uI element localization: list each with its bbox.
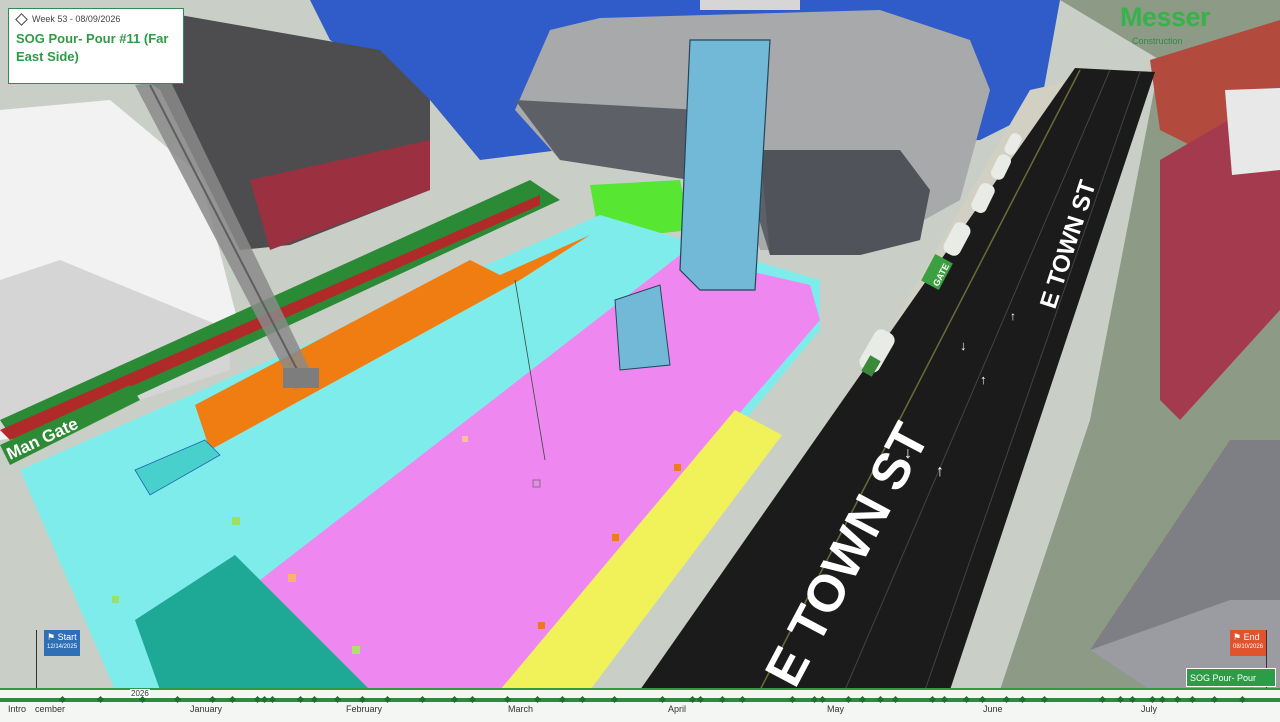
milestone-diamond-icon xyxy=(15,12,28,26)
start-date: 12/14/2025 xyxy=(47,644,78,650)
embed-marker xyxy=(112,596,119,603)
embed-marker xyxy=(232,517,240,525)
stair-core xyxy=(614,284,671,371)
month-label: February xyxy=(346,704,383,714)
start-label: Start xyxy=(57,632,77,642)
month-label: July xyxy=(1141,704,1158,714)
week-info-panel: Week 53 - 08/09/2026 SOG Pour- Pour #11 … xyxy=(8,8,184,84)
month-label: cember xyxy=(35,704,66,714)
curved-glass-wall xyxy=(760,150,930,255)
embed-marker xyxy=(352,646,360,654)
month-label: March xyxy=(508,704,534,714)
embed-marker xyxy=(462,436,468,442)
white-rooftop-unit xyxy=(1225,88,1280,175)
week-row: Week 53 - 08/09/2026 xyxy=(15,12,176,26)
embed-marker xyxy=(538,622,545,629)
flag-icon: ⚑ xyxy=(47,632,56,642)
timeline-intro[interactable]: Intro xyxy=(8,704,26,714)
current-task-marker[interactable]: SOG Pour- Pour #11... xyxy=(1186,668,1276,702)
start-flag[interactable]: ⚑ Start 12/14/2025 xyxy=(44,630,80,656)
arrow-up-icon: ↑ xyxy=(980,372,987,387)
month-label: May xyxy=(827,704,845,714)
end-flag[interactable]: ⚑ End 08/10/2026 xyxy=(1230,630,1266,656)
arrow-up-icon: ↑ xyxy=(936,463,944,480)
embed-marker xyxy=(674,464,681,471)
timeline-bar[interactable]: 2026 Intro cember January February March… xyxy=(0,688,1280,722)
embed-marker xyxy=(612,534,619,541)
rooftop-helipad xyxy=(700,0,800,10)
end-label: End xyxy=(1243,632,1260,642)
month-label: June xyxy=(983,704,1003,714)
company-logo-subtext: Construction xyxy=(1132,36,1183,46)
month-label: January xyxy=(190,704,223,714)
week-label: Week 53 - 08/09/2026 xyxy=(32,14,121,24)
timeline-track[interactable] xyxy=(0,698,1280,702)
timeline-months: Intro cember January February March Apri… xyxy=(0,704,1280,718)
arrow-up-icon: ↑ xyxy=(1010,309,1016,323)
company-logo: Messer xyxy=(1120,2,1211,32)
elevator-tower xyxy=(679,39,771,291)
task-title: SOG Pour- Pour #11 (Far East Side) xyxy=(16,31,169,64)
construction-3d-viewport[interactable]: E TOWN ST E TOWN ST ↓ ↑ ↑ ↓ ↑ GATE Man G… xyxy=(0,0,1280,690)
month-label: April xyxy=(668,704,687,714)
end-date: 08/10/2026 xyxy=(1233,644,1264,650)
arrow-down-icon: ↓ xyxy=(960,338,967,353)
flag-icon: ⚑ xyxy=(1233,632,1242,642)
embed-marker xyxy=(288,574,296,582)
arrow-down-icon: ↓ xyxy=(904,445,912,462)
